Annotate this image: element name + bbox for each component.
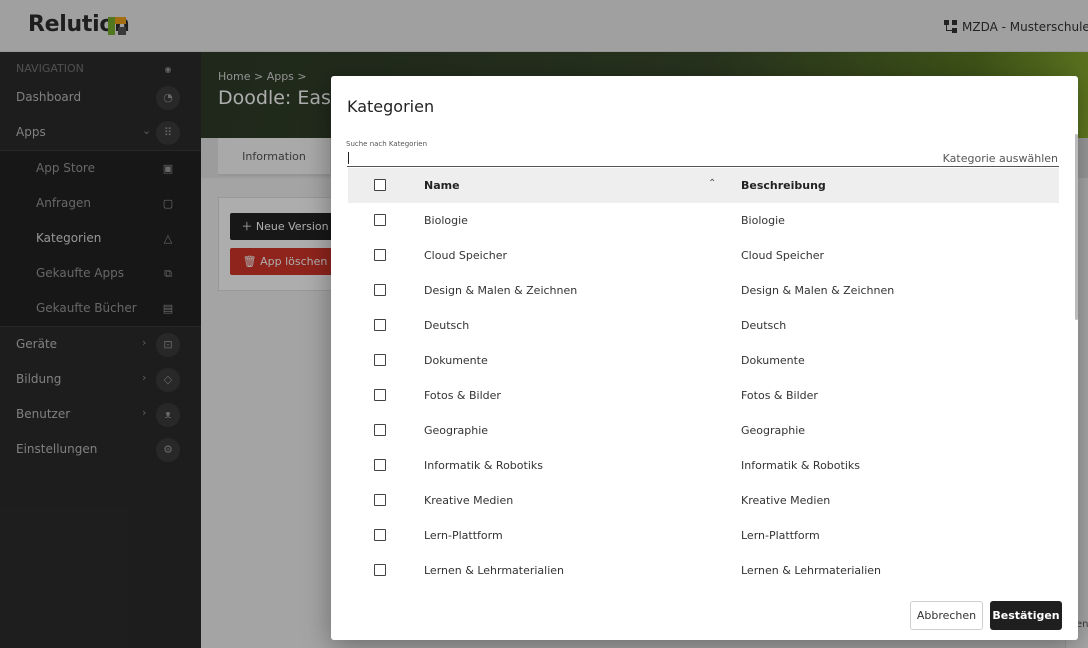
table-row[interactable]: Lernen & Lehrmaterialien Lernen & Lehrma…	[348, 553, 1059, 588]
cell-description: Deutsch	[741, 319, 787, 332]
table-row[interactable]: Cloud Speicher Cloud Speicher	[348, 238, 1059, 273]
column-header-description[interactable]: Beschreibung	[741, 179, 826, 192]
row-checkbox[interactable]	[374, 319, 386, 331]
select-all-checkbox[interactable]	[374, 179, 386, 191]
table-row[interactable]: Fotos & Bilder Fotos & Bilder	[348, 378, 1059, 413]
table-row[interactable]: Biologie Biologie	[348, 203, 1059, 238]
cell-name: Cloud Speicher	[424, 249, 508, 262]
cell-name: Deutsch	[424, 319, 470, 332]
cell-description: Lernen & Lehrmaterialien	[741, 564, 882, 577]
search-label: Suche nach Kategorien	[346, 140, 428, 148]
cell-name: Biologie	[424, 214, 468, 227]
row-checkbox[interactable]	[374, 529, 386, 541]
cell-description: Dokumente	[741, 354, 805, 367]
cell-description: Design & Malen & Zeichnen	[741, 284, 895, 297]
table-row[interactable]: Design & Malen & Zeichnen Design & Malen…	[348, 273, 1059, 308]
cancel-button[interactable]: Abbrechen	[910, 601, 983, 630]
row-checkbox[interactable]	[374, 389, 386, 401]
row-checkbox[interactable]	[374, 564, 386, 576]
cell-name: Design & Malen & Zeichnen	[424, 284, 578, 297]
category-dialog: Kategorien Suche nach Kategorien Kategor…	[331, 76, 1078, 640]
cell-name: Fotos & Bilder	[424, 389, 501, 402]
row-checkbox[interactable]	[374, 354, 386, 366]
cell-description: Geographie	[741, 424, 806, 437]
scrollbar[interactable]	[1075, 134, 1078, 320]
cell-description: Informatik & Robotiks	[741, 459, 860, 472]
table-row[interactable]: Geographie Geographie	[348, 413, 1059, 448]
cell-name: Kreative Medien	[424, 494, 514, 507]
table-row[interactable]: Dokumente Dokumente	[348, 343, 1059, 378]
row-checkbox[interactable]	[374, 424, 386, 436]
sort-ascending-icon[interactable]: ⌃	[708, 178, 716, 189]
search-hint: Kategorie auswählen	[942, 152, 1058, 165]
cell-name: Lernen & Lehrmaterialien	[424, 564, 565, 577]
cell-description: Biologie	[741, 214, 785, 227]
row-checkbox[interactable]	[374, 459, 386, 471]
table-row[interactable]: Deutsch Deutsch	[348, 308, 1059, 343]
cell-name: Geographie	[424, 424, 489, 437]
row-checkbox[interactable]	[374, 249, 386, 261]
confirm-button[interactable]: Bestätigen	[990, 601, 1062, 630]
cell-name: Lern-Plattform	[424, 529, 503, 542]
text-cursor	[348, 152, 349, 164]
row-checkbox[interactable]	[374, 284, 386, 296]
table-row[interactable]: Informatik & Robotiks Informatik & Robot…	[348, 448, 1059, 483]
row-checkbox[interactable]	[374, 494, 386, 506]
table-header: Name ⌃ Beschreibung	[348, 168, 1059, 203]
cell-description: Lern-Plattform	[741, 529, 820, 542]
cell-description: Fotos & Bilder	[741, 389, 818, 402]
cell-description: Kreative Medien	[741, 494, 831, 507]
cell-description: Cloud Speicher	[741, 249, 825, 262]
cell-name: Dokumente	[424, 354, 488, 367]
column-header-name[interactable]: Name	[424, 179, 460, 192]
dialog-title: Kategorien	[347, 97, 435, 116]
table-row[interactable]: Lern-Plattform Lern-Plattform	[348, 518, 1059, 553]
cell-name: Informatik & Robotiks	[424, 459, 543, 472]
table-row[interactable]: Kreative Medien Kreative Medien	[348, 483, 1059, 518]
row-checkbox[interactable]	[374, 214, 386, 226]
